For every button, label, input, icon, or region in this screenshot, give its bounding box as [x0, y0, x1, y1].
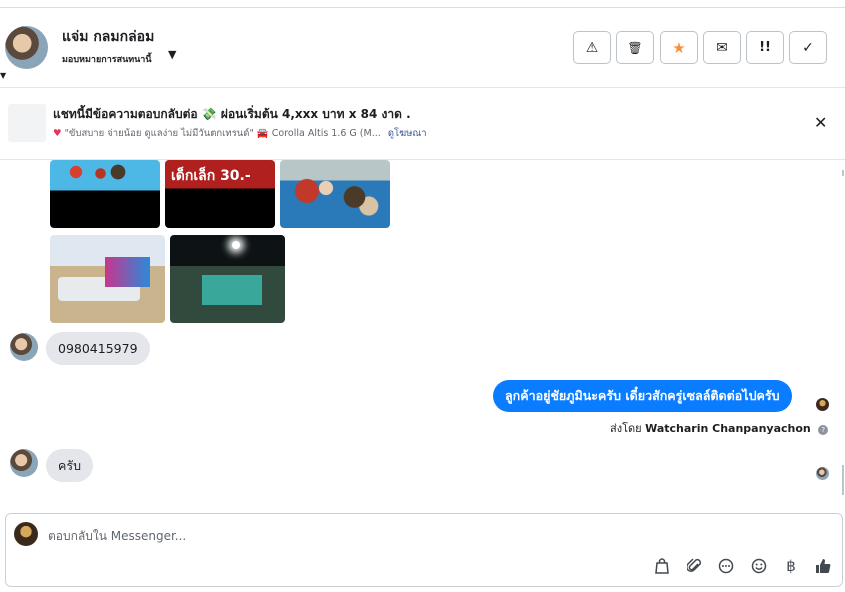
ad-context-banner: แชทนี้มีข้อความตอบกลับต่อ 💸 ผ่อนเริ่มต้น… — [0, 88, 845, 160]
contact-name[interactable]: แจ่ม กลมกล่อม — [62, 26, 154, 48]
check-icon: ✓ — [802, 39, 814, 56]
view-ad-link[interactable]: ดูโฆษณา — [388, 128, 427, 139]
assign-conversation-label[interactable]: มอบหมายการสนทนานี้ — [62, 52, 152, 66]
sent-by-label: ส่งโดย Watcharin Chanpanyachon ? — [610, 419, 829, 437]
image-overlay-text: เด็กเล็ก 30.- — [171, 168, 251, 184]
ad-title: แชทนี้มีข้อความตอบกลับต่อ 💸 ผ่อนเริ่มต้น… — [53, 105, 411, 124]
report-spam-button[interactable]: ⚠ — [573, 31, 611, 64]
ad-car-text: Corolla Altis 1.6 G (M... — [271, 128, 381, 139]
delete-button[interactable]: 🗑 — [616, 31, 654, 64]
mark-unread-icon: ✉ — [716, 39, 728, 56]
contact-avatar-small[interactable] — [10, 449, 38, 477]
shared-image[interactable] — [280, 160, 390, 228]
like-icon[interactable] — [814, 557, 832, 575]
heart-icon: ♥ — [53, 128, 62, 139]
message-thread[interactable]: เด็กเล็ก 30.- 0980415979 ลูกค้าอยู่ชัยภู… — [0, 160, 845, 512]
incoming-message[interactable]: ครับ — [46, 449, 94, 482]
car-icon: 🚘 — [256, 128, 269, 139]
shared-image[interactable] — [50, 235, 165, 323]
assign-caret-icon[interactable]: ▼ — [168, 48, 176, 61]
ad-thumbnail — [8, 104, 46, 142]
conversation-header: ▼ แจ่ม กลมกล่อม มอบหมายการสนทนานี้ ▼ ⚠ 🗑… — [0, 8, 845, 88]
ad-sub-text: "ขับสบาย จ่ายน้อย ดูแลง่าย ไม่มีวันตกเทร… — [64, 128, 254, 139]
baht-icon[interactable]: ฿ — [782, 557, 800, 575]
star-icon: ★ — [672, 38, 686, 57]
sent-by-prefix: ส่งโดย — [610, 422, 642, 435]
bag-icon[interactable] — [653, 557, 671, 575]
sender-name: Watcharin Chanpanyachon — [645, 422, 811, 435]
messenger-inbox: ▼ แจ่ม กลมกล่อม มอบหมายการสนทนานี้ ▼ ⚠ 🗑… — [0, 0, 845, 592]
ad-title-suffix: ผ่อนเริ่มต้น 4,xxx บาท x 84 งาด . — [220, 107, 411, 121]
shared-image[interactable] — [170, 235, 285, 323]
outgoing-message[interactable]: ลูกค้าอยู่ชัยภูมินะครับ เดี๋ยวสักครู่เซล… — [493, 380, 792, 412]
read-receipt-avatar — [816, 467, 829, 480]
trash-icon: 🗑 — [627, 40, 643, 55]
page-avatar — [14, 522, 38, 546]
emoji-icon[interactable] — [750, 557, 768, 575]
contact-avatar[interactable] — [5, 26, 48, 69]
star-button[interactable]: ★ — [660, 31, 698, 64]
mark-important-icon: !! — [759, 40, 771, 55]
mark-important-button[interactable]: !! — [746, 31, 784, 64]
mark-unread-button[interactable]: ✉ — [703, 31, 741, 64]
mark-done-button[interactable]: ✓ — [789, 31, 827, 64]
reply-input[interactable]: ตอบกลับใน Messenger... — [48, 527, 186, 546]
money-icon: 💸 — [201, 107, 217, 121]
ad-title-prefix: แชทนี้มีข้อความตอบกลับต่อ — [53, 107, 198, 121]
attach-icon[interactable] — [685, 557, 703, 575]
incoming-message[interactable]: 0980415979 — [46, 332, 150, 365]
page-avatar-seen — [816, 398, 829, 411]
reply-composer[interactable]: ตอบกลับใน Messenger... ฿ — [5, 513, 843, 587]
caret-down-icon[interactable]: ▼ — [0, 71, 6, 80]
shared-image[interactable] — [50, 160, 160, 228]
contact-avatar-small[interactable] — [10, 333, 38, 361]
info-icon[interactable]: ? — [818, 425, 829, 435]
ad-subtitle: ♥ "ขับสบาย จ่ายน้อย ดูแลง่าย ไม่มีวันตกเ… — [53, 126, 427, 141]
warning-icon: ⚠ — [585, 39, 599, 56]
close-icon[interactable]: ✕ — [814, 113, 827, 132]
shared-image[interactable]: เด็กเล็ก 30.- — [165, 160, 275, 228]
saved-reply-icon[interactable] — [717, 557, 735, 575]
